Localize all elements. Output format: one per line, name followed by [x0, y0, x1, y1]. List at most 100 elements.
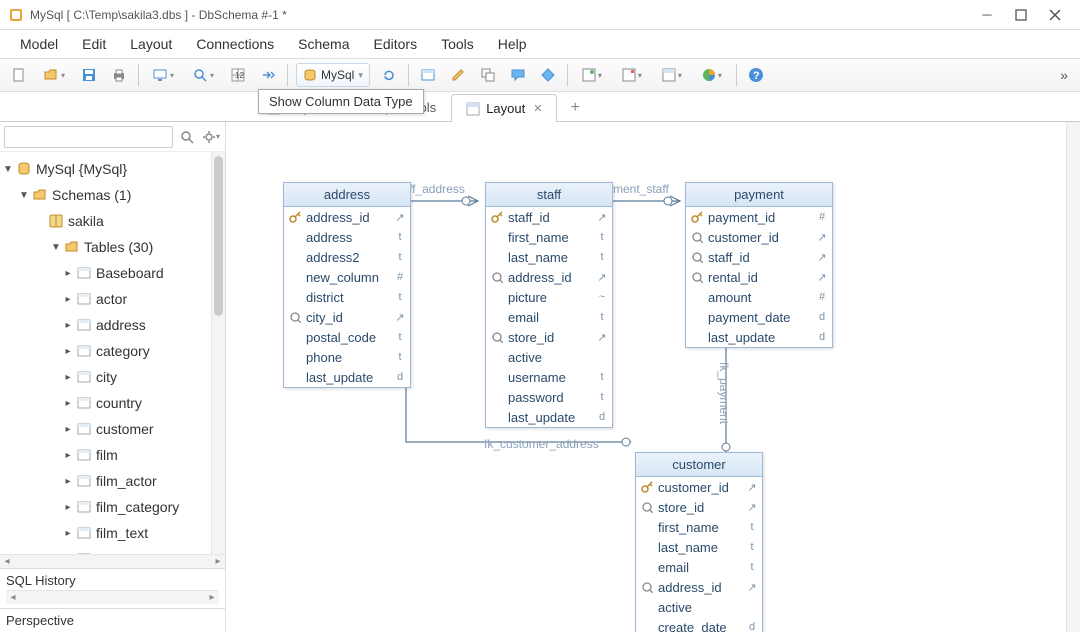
menu-editors[interactable]: Editors [362, 32, 430, 56]
search-input[interactable] [4, 126, 173, 148]
help-icon[interactable]: ? [744, 63, 768, 87]
column-row[interactable]: active [636, 597, 762, 617]
open-icon[interactable] [37, 63, 71, 87]
pencil-icon[interactable] [446, 63, 470, 87]
column-row[interactable]: postal_code t [284, 327, 410, 347]
diagram-canvas[interactable]: ff_address ment_staff fk_customer_addres… [226, 122, 1080, 632]
column-row[interactable]: address t [284, 227, 410, 247]
toolbar-overflow[interactable]: » [1052, 67, 1076, 83]
column-row[interactable]: store_id ↗ [486, 327, 612, 347]
tree-table-city[interactable]: ▸city [2, 364, 223, 390]
column-row[interactable]: picture ~ [486, 287, 612, 307]
menu-connections[interactable]: Connections [184, 32, 286, 56]
sidebar-hscroll[interactable]: ◂▸ [0, 554, 225, 568]
column-row[interactable]: amount # [686, 287, 832, 307]
entity-customer[interactable]: customer customer_id ↗ store_id ↗ first_… [635, 452, 763, 632]
column-row[interactable]: address_id ↗ [636, 577, 762, 597]
column-row[interactable]: username t [486, 367, 612, 387]
tab-add[interactable]: + [557, 93, 592, 121]
column-row[interactable]: staff_id ↗ [686, 247, 832, 267]
column-row[interactable]: payment_id # [686, 207, 832, 227]
gear-icon[interactable]: ▾ [201, 127, 221, 147]
db-selector[interactable]: MySql [296, 63, 370, 87]
tree-table-country[interactable]: ▸country [2, 390, 223, 416]
column-row[interactable]: address_id ↗ [284, 207, 410, 227]
tree-table-inventory[interactable]: ▸inventory [2, 546, 223, 554]
panel3-icon[interactable] [655, 63, 689, 87]
monitor-icon[interactable] [146, 63, 180, 87]
column-row[interactable]: payment_date d [686, 307, 832, 327]
column-row[interactable]: email t [636, 557, 762, 577]
save-icon[interactable] [77, 63, 101, 87]
new-icon[interactable] [7, 63, 31, 87]
column-row[interactable]: store_id ↗ [636, 497, 762, 517]
column-row[interactable]: customer_id ↗ [636, 477, 762, 497]
column-row[interactable]: last_update d [686, 327, 832, 347]
canvas-scrollbar[interactable] [1066, 122, 1080, 632]
column-row[interactable]: first_name t [636, 517, 762, 537]
tree-table-film_actor[interactable]: ▸film_actor [2, 468, 223, 494]
column-row[interactable]: new_column # [284, 267, 410, 287]
refresh-icon[interactable] [377, 63, 401, 87]
column-row[interactable]: last_name t [636, 537, 762, 557]
sql-history-hscroll[interactable]: ◂▸ [6, 590, 219, 604]
panel1-icon[interactable] [575, 63, 609, 87]
entity-payment[interactable]: payment payment_id # customer_id ↗ staff… [685, 182, 833, 348]
column-row[interactable]: city_id ↗ [284, 307, 410, 327]
close-icon[interactable]: ✕ [533, 102, 542, 115]
diamond-icon[interactable] [536, 63, 560, 87]
tree-schema-sakila[interactable]: sakila [2, 208, 223, 234]
column-row[interactable]: first_name t [486, 227, 612, 247]
sidebar-scrollbar[interactable] [211, 152, 225, 554]
minimize-button[interactable]: ─ [970, 0, 1004, 30]
menu-schema[interactable]: Schema [286, 32, 361, 56]
column-row[interactable]: last_update d [284, 367, 410, 387]
panel2-icon[interactable] [615, 63, 649, 87]
column-row[interactable]: password t [486, 387, 612, 407]
tree-table-Baseboard[interactable]: ▸Baseboard [2, 260, 223, 286]
column-row[interactable]: last_update d [486, 407, 612, 427]
menu-help[interactable]: Help [486, 32, 539, 56]
menu-model[interactable]: Model [8, 32, 70, 56]
tree-table-customer[interactable]: ▸customer [2, 416, 223, 442]
column-row[interactable]: create_date d [636, 617, 762, 632]
zoom-icon[interactable] [186, 63, 220, 87]
forward-icon[interactable] [256, 63, 280, 87]
search-icon[interactable] [177, 127, 197, 147]
tree-table-film[interactable]: ▸film [2, 442, 223, 468]
tree-table-film_category[interactable]: ▸film_category [2, 494, 223, 520]
tree-table-category[interactable]: ▸category [2, 338, 223, 364]
maximize-button[interactable] [1004, 0, 1038, 30]
perspective-panel[interactable]: Perspective [0, 608, 225, 632]
menu-layout[interactable]: Layout [118, 32, 184, 56]
table-icon[interactable] [416, 63, 440, 87]
column-row[interactable]: customer_id ↗ [686, 227, 832, 247]
column-row[interactable]: address2 t [284, 247, 410, 267]
menu-tools[interactable]: Tools [429, 32, 486, 56]
column-row[interactable]: address_id ↗ [486, 267, 612, 287]
tab-layout[interactable]: Layout ✕ [451, 94, 557, 122]
column-row[interactable]: rental_id ↗ [686, 267, 832, 287]
tree-table-address[interactable]: ▸address [2, 312, 223, 338]
pie-icon[interactable] [695, 63, 729, 87]
entity-address[interactable]: address address_id ↗ address t address2 … [283, 182, 411, 388]
column-row[interactable]: district t [284, 287, 410, 307]
tree-table-film_text[interactable]: ▸film_text [2, 520, 223, 546]
close-button[interactable] [1038, 0, 1072, 30]
column-row[interactable]: active [486, 347, 612, 367]
column-row[interactable]: last_name t [486, 247, 612, 267]
grid-icon[interactable]: 12 [226, 63, 250, 87]
column-row[interactable]: email t [486, 307, 612, 327]
tree-table-actor[interactable]: ▸actor [2, 286, 223, 312]
column-row[interactable]: staff_id ↗ [486, 207, 612, 227]
tree-tables[interactable]: ▼Tables (30) [2, 234, 223, 260]
sql-history-panel[interactable]: SQL History ◂▸ [0, 568, 225, 608]
duplicate-icon[interactable] [476, 63, 500, 87]
comment-icon[interactable] [506, 63, 530, 87]
entity-staff[interactable]: staff staff_id ↗ first_name t last_name … [485, 182, 613, 428]
tree-schemas[interactable]: ▼Schemas (1) [2, 182, 223, 208]
menu-edit[interactable]: Edit [70, 32, 118, 56]
print-icon[interactable] [107, 63, 131, 87]
column-row[interactable]: phone t [284, 347, 410, 367]
tree-root[interactable]: ▼MySql {MySql} [2, 156, 223, 182]
